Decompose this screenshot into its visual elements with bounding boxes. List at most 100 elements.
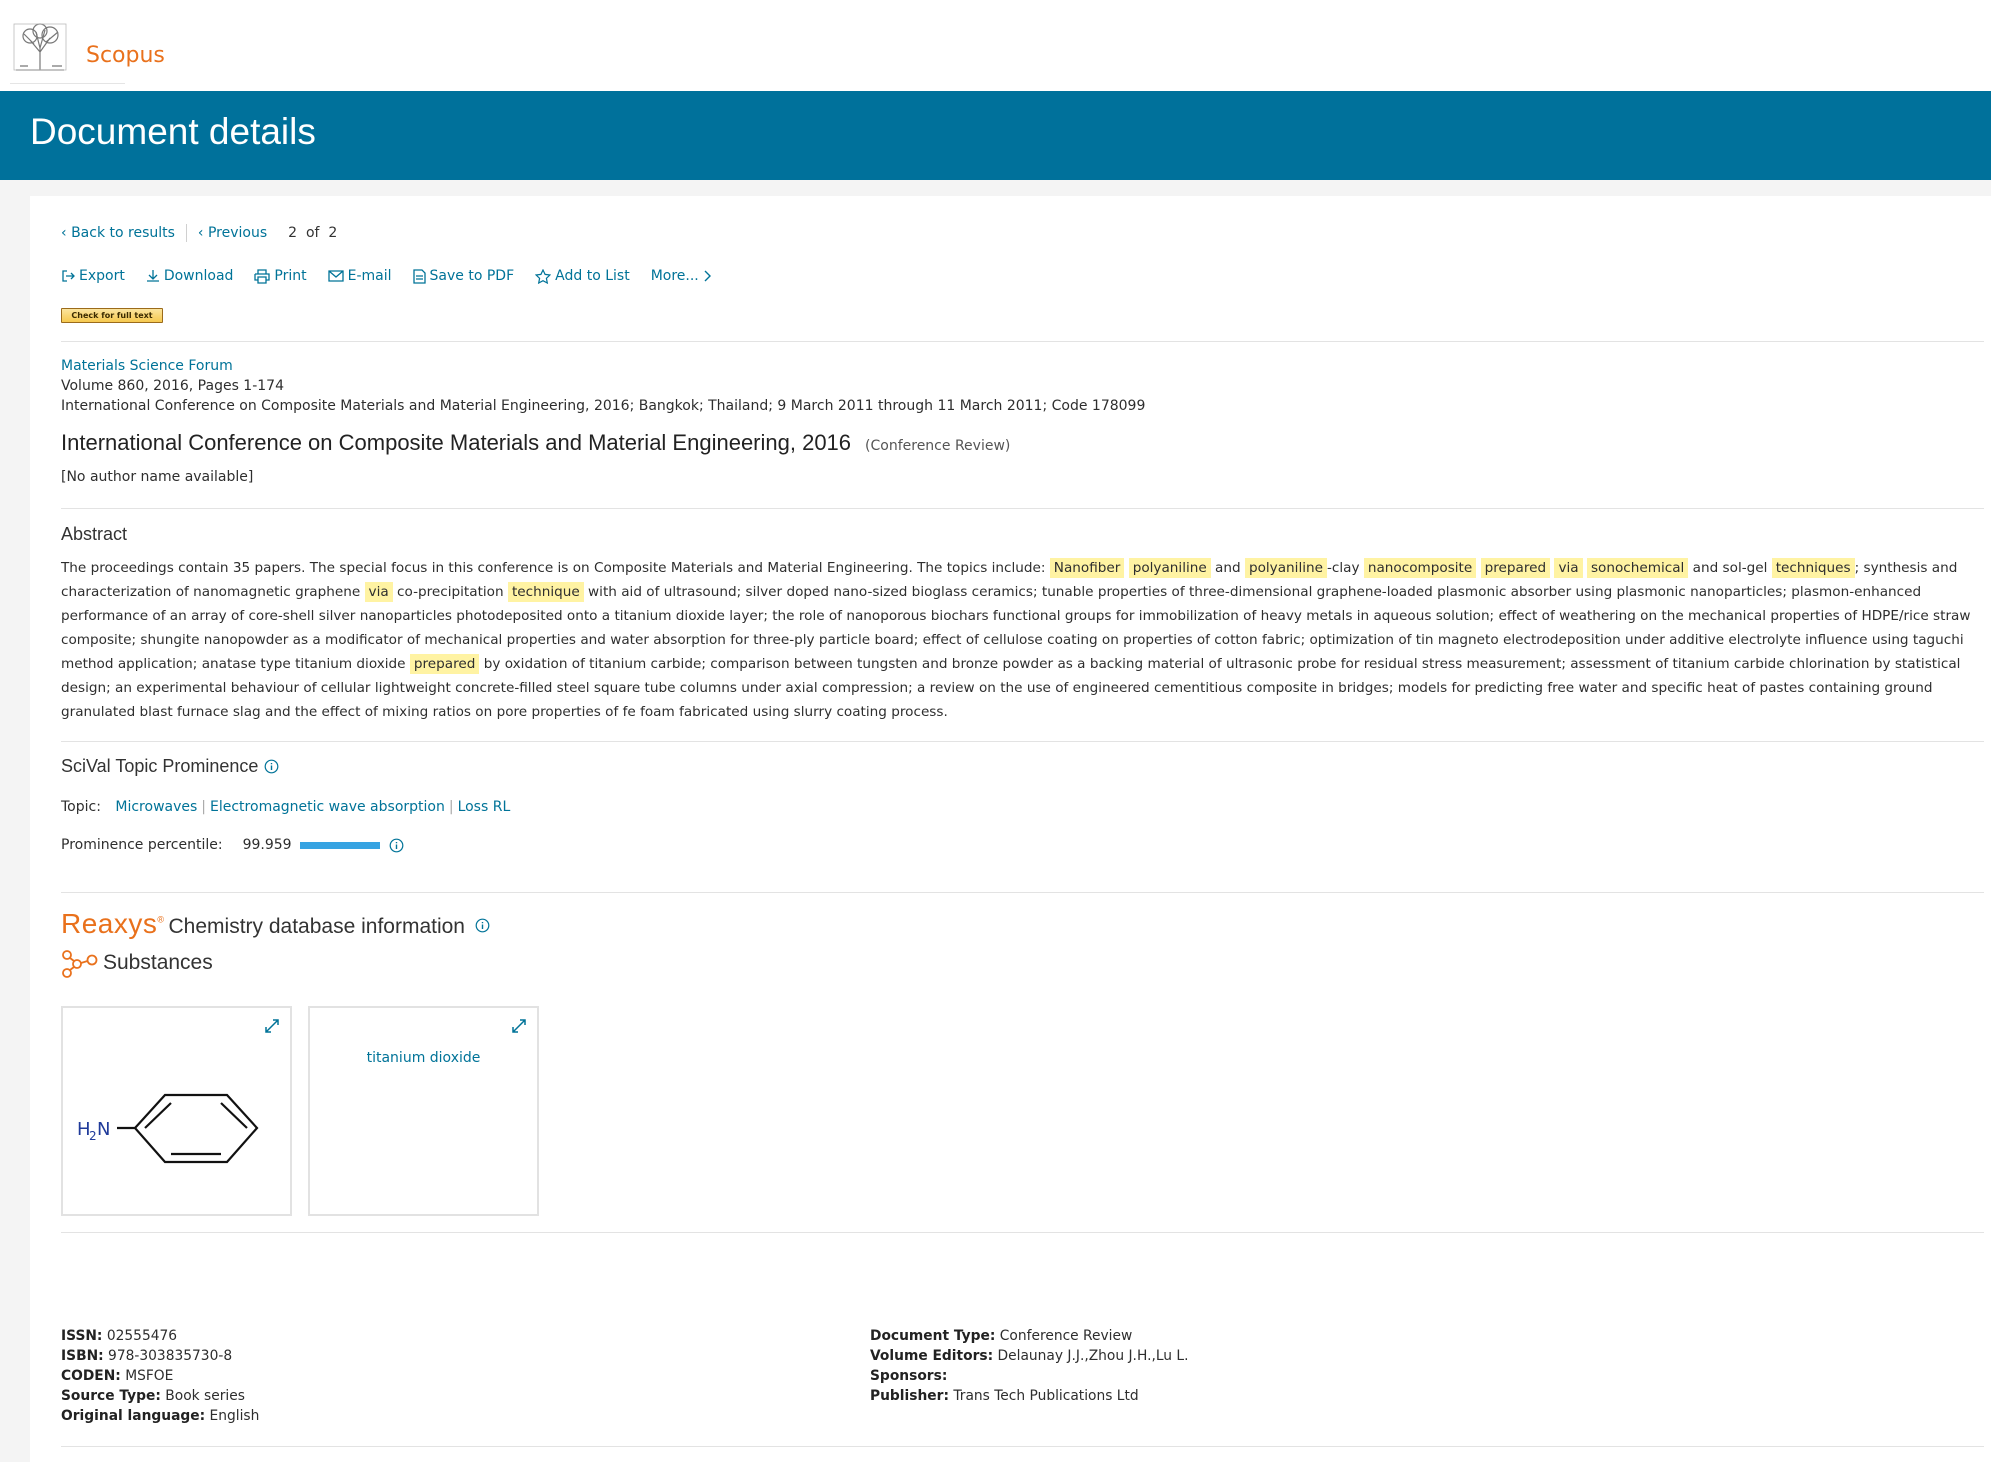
detail-value: 02555476 [106,1328,178,1344]
detail-issn: ISSN: 02555476 [61,1326,259,1346]
check-for-full-text-button[interactable]: Check for full text [61,308,163,323]
topic-link-microwaves[interactable]: Microwaves [115,799,197,815]
topic-separator: | [201,799,207,815]
authors: [No author name available] [61,469,254,485]
prominence-bar-fill [299,841,380,849]
substances-heading: Substances [61,948,213,978]
detail-publisher: Publisher: Trans Tech Publications Ltd [870,1386,1189,1406]
chevron-right-icon [704,270,711,282]
abstract-text: The proceedings contain 35 papers. The s… [61,556,1984,724]
result-position: 2 of 2 [288,225,337,241]
detail-coden: CODEN: MSFOE [61,1366,259,1386]
document-type-badge: (Conference Review) [865,438,1011,454]
email-button[interactable]: E-mail [327,268,392,284]
detail-key: Original language: [61,1408,206,1424]
substances-heading-text: Substances [103,951,213,974]
detail-sponsors: Sponsors: [870,1366,1189,1386]
amine-label-suffix: N [97,1119,110,1140]
email-icon [327,270,344,282]
highlighted-term: sonochemical [1586,558,1689,578]
abstract-segment [1476,560,1480,576]
back-to-results-link[interactable]: ‹ Back to results [61,225,175,241]
detail-document-type: Document Type: Conference Review [870,1326,1189,1346]
topic-separator: | [448,799,454,815]
save-to-pdf-button[interactable]: Save to PDF [412,268,515,284]
detail-value: English [209,1408,260,1424]
highlighted-term: technique [507,582,584,602]
detail-volume-editors: Volume Editors: Delaunay J.J.,Zhou J.H.,… [870,1346,1189,1366]
details-right: Document Type: Conference Review Volume … [870,1326,1189,1406]
info-icon[interactable] [264,759,279,774]
print-button[interactable]: Print [254,268,307,284]
scival-heading: SciVal Topic Prominence [61,756,279,777]
previous-link[interactable]: ‹ Previous [198,225,267,241]
detail-key: Publisher: [870,1388,949,1404]
add-to-list-label: Add to List [555,268,630,284]
reaxys-logo: Reaxys® [61,908,165,940]
detail-key: ISBN: [61,1348,104,1364]
reaxys-logo-text: Reaxys [61,908,158,939]
topic-link-loss-rl[interactable]: Loss RL [458,799,511,815]
elsevier-tree-icon [13,23,67,71]
document-title-text: International Conference on Composite Ma… [61,430,852,455]
abstract-heading: Abstract [61,524,128,544]
nav-divider [185,224,187,242]
star-icon [535,268,552,284]
save-to-pdf-label: Save to PDF [429,268,515,284]
detail-value: 978-303835730-8 [108,1348,233,1364]
highlighted-term: prepared [1480,558,1551,578]
highlighted-term: polyaniline [1244,558,1327,578]
print-label: Print [274,268,307,284]
divider [61,1232,1984,1233]
add-to-list-button[interactable]: Add to List [535,268,630,284]
pdf-icon [412,268,426,284]
more-button[interactable]: More... [651,268,716,284]
export-button[interactable]: Export [61,268,125,284]
print-icon [254,268,271,284]
detail-key: Document Type: [870,1328,996,1344]
divider [61,892,1984,893]
result-navigation: ‹ Back to results ‹ Previous 2 of 2 [61,224,337,242]
abstract-segment: and sol-gel [1688,560,1772,576]
topic-link-electromagnetic[interactable]: Electromagnetic wave absorption [210,799,445,815]
info-icon[interactable] [389,838,404,853]
download-icon [146,270,159,282]
highlighted-term: nanocomposite [1363,558,1477,578]
scival-topic: Topic: Microwaves | Electromagnetic wave a… [61,799,510,815]
abstract-segment: co-precipitation [392,584,508,600]
chevron-left-icon: ‹ [61,225,72,241]
back-to-results-label: Back to results [71,225,175,241]
reaxys-title: Chemistry database information [168,915,465,938]
document-panel: ‹ Back to results ‹ Previous 2 of 2 Expo… [30,196,1991,1462]
scopus-logo[interactable]: Scopus [10,18,165,84]
detail-isbn: ISBN: 978-303835730-8 [61,1346,259,1366]
aniline-structure: H 2 N [77,1093,259,1164]
download-label: Download [163,268,234,284]
top-bar: Scopus [0,0,1991,91]
substance-card-titanium-dioxide[interactable]: titanium dioxide [308,1006,539,1216]
download-button[interactable]: Download [146,268,234,284]
details-left: ISSN: 02555476 ISBN: 978-303835730-8 COD… [61,1326,259,1426]
detail-key: ISSN: [61,1328,103,1344]
total-count: 2 [328,225,338,241]
substance-name-link[interactable]: titanium dioxide [310,1050,537,1066]
prominence-value: 99.959 [242,837,292,853]
document-toolbar: Export Download Print E-mail Save to PDF… [61,268,737,284]
substance-card-aniline[interactable]: H 2 N [61,1006,292,1216]
highlighted-term: prepared [409,654,480,674]
detail-value: Book series [165,1388,245,1404]
document-title: International Conference on Composite Ma… [61,430,1010,456]
scopus-brand: Scopus [86,43,165,68]
divider [61,341,1984,342]
substances-icon [62,950,98,978]
highlighted-term: via [1554,558,1583,578]
divider [61,508,1984,509]
detail-value: Trans Tech Publications Ltd [953,1388,1139,1404]
detail-value: MSFOE [125,1368,174,1384]
expand-icon[interactable] [511,1018,527,1034]
detail-value: Conference Review [999,1328,1133,1344]
info-icon[interactable] [475,918,490,933]
highlighted-term: via [364,582,393,602]
highlighted-term: Nanofiber [1049,558,1125,578]
journal-link[interactable]: Materials Science Forum [61,358,233,374]
